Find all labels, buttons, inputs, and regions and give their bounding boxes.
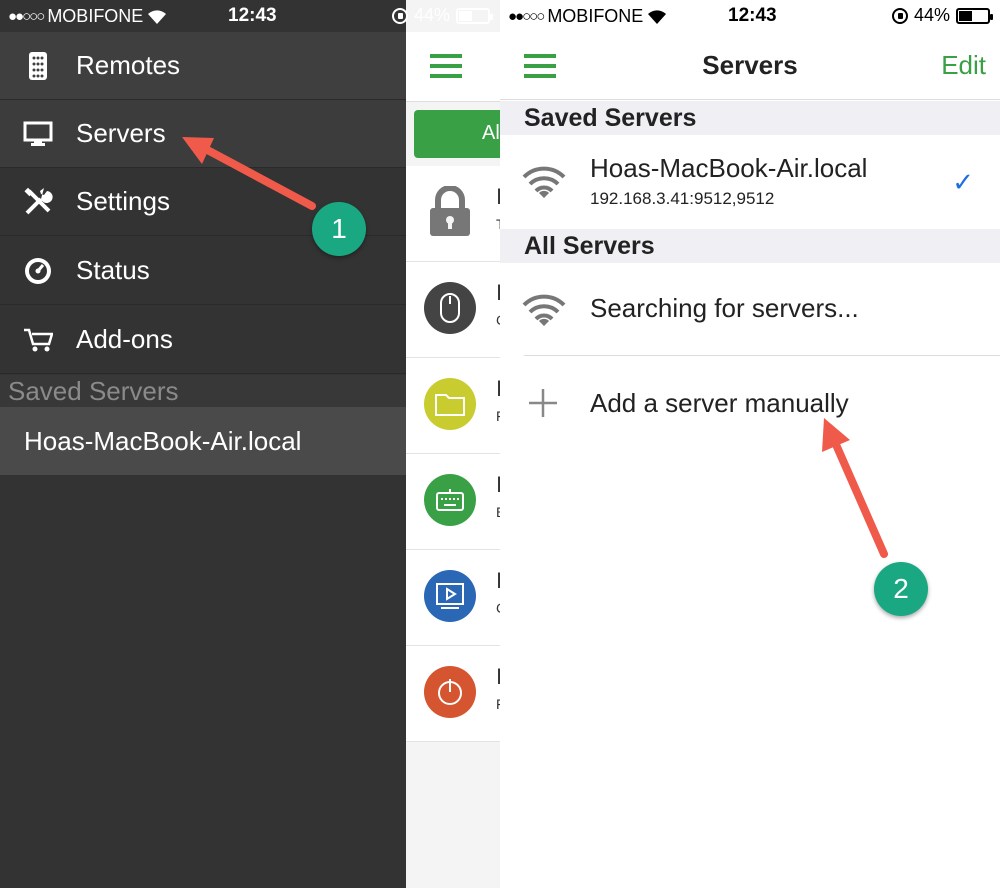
status-bar-left: ●●○○○ MOBIFONE xyxy=(508,6,667,27)
list-item[interactable]: I C xyxy=(406,262,500,358)
server-address: 192.168.3.41:9512,9512 xyxy=(590,189,775,208)
list-item[interactable]: I E xyxy=(406,454,500,550)
saved-server-row[interactable]: Hoas-MacBook-Air.local 192.168.3.41:9512… xyxy=(500,135,1000,229)
signal-icon: ●●○○○ xyxy=(508,8,545,25)
servers-navbar: Servers Edit xyxy=(500,32,1000,100)
searching-label: Searching for servers... xyxy=(590,293,859,323)
signal-icon: ●●○○○ xyxy=(8,8,45,25)
carrier-label: MOBIFONE xyxy=(547,6,644,26)
drawer-item-remotes[interactable]: Remotes xyxy=(0,32,406,100)
background-remotes-screen: Al I T I C I F I E xyxy=(406,0,500,888)
drawer-item-label: Add-ons xyxy=(76,324,173,354)
right-phone-screen: ●●○○○ MOBIFONE 12:43 44% Servers Edit Sa… xyxy=(500,0,1000,888)
add-server-manually-row[interactable]: Add a server manually xyxy=(500,356,1000,448)
checkmark-icon: ✓ xyxy=(952,167,974,197)
add-server-label: Add a server manually xyxy=(590,388,849,418)
battery-fill xyxy=(459,10,473,21)
searching-servers-row: Searching for servers... xyxy=(500,263,1000,355)
wifi-status-icon xyxy=(148,9,167,24)
battery-icon xyxy=(456,7,493,24)
folder-icon xyxy=(424,378,476,430)
status-bar-left: ●●○○○ MOBIFONE xyxy=(8,6,167,27)
edit-button[interactable]: Edit xyxy=(941,50,986,81)
status-time: 12:43 xyxy=(728,5,777,26)
rotation-lock-icon xyxy=(891,7,908,24)
status-bar-right: 44% xyxy=(391,5,493,26)
drawer-item-label: Remotes xyxy=(76,50,181,80)
drawer-item-addons[interactable]: Add-ons xyxy=(0,306,406,374)
drawer-item-label: Status xyxy=(76,255,150,285)
all-servers-section-header: All Servers xyxy=(500,229,1000,263)
annotation-badge-2: 2 xyxy=(874,562,928,616)
hamburger-icon[interactable] xyxy=(430,54,462,78)
power-icon xyxy=(424,666,476,718)
page-title: Servers xyxy=(702,50,798,80)
list-item[interactable]: I F xyxy=(406,646,500,742)
mouse-icon xyxy=(424,282,476,334)
lock-icon xyxy=(424,186,476,238)
battery-percent: 44% xyxy=(913,5,950,25)
server-name: Hoas-MacBook-Air.local xyxy=(590,153,868,183)
media-icon xyxy=(424,570,476,622)
wifi-icon xyxy=(522,166,566,198)
background-navbar xyxy=(406,32,500,102)
navigation-drawer: Remotes Servers Settings Status Add-ons xyxy=(0,0,406,888)
status-bar: ●●○○○ MOBIFONE 12:43 44% xyxy=(500,0,1000,32)
remote-icon xyxy=(0,51,76,81)
status-bar-right: 44% xyxy=(891,5,993,26)
saved-server-label: Hoas-MacBook-Air.local xyxy=(24,425,302,456)
saved-servers-header: Saved Servers xyxy=(0,375,406,407)
drawer-item-servers[interactable]: Servers xyxy=(0,100,406,168)
annotation-badge-1: 1 xyxy=(312,202,366,256)
list-item[interactable]: I C xyxy=(406,550,500,646)
left-phone-screen: Al I T I C I F I E xyxy=(0,0,500,888)
tools-icon xyxy=(0,187,76,217)
wifi-icon xyxy=(522,294,566,326)
battery-fill xyxy=(959,10,973,21)
battery-percent: 44% xyxy=(413,5,450,25)
drawer-item-label: Servers xyxy=(76,118,166,148)
plus-icon xyxy=(529,389,557,417)
status-bar: ●●○○○ MOBIFONE 12:43 44% xyxy=(0,0,500,32)
monitor-icon xyxy=(0,121,76,147)
list-item[interactable]: I T xyxy=(406,166,500,262)
battery-icon xyxy=(956,7,993,24)
gauge-icon xyxy=(0,256,76,286)
drawer-saved-server-item[interactable]: Hoas-MacBook-Air.local xyxy=(0,407,406,475)
status-time: 12:43 xyxy=(228,5,277,26)
list-item[interactable]: I F xyxy=(406,358,500,454)
rotation-lock-icon xyxy=(391,7,408,24)
cart-icon xyxy=(0,327,76,353)
drawer-item-label: Settings xyxy=(76,186,170,216)
background-all-button[interactable]: Al xyxy=(414,110,500,158)
keyboard-icon xyxy=(424,474,476,526)
carrier-label: MOBIFONE xyxy=(47,6,144,26)
saved-servers-section-header: Saved Servers xyxy=(500,101,1000,135)
wifi-status-icon xyxy=(648,9,667,24)
background-all-label: Al xyxy=(482,122,500,144)
